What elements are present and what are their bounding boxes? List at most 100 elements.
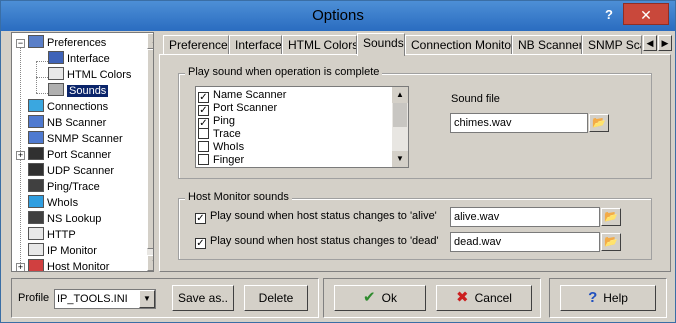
expand-host-monitor-icon[interactable]: + bbox=[16, 263, 25, 271]
tree-item-udp-scanner[interactable]: UDP Scanner bbox=[28, 163, 114, 179]
sound-file-label: Sound file bbox=[451, 93, 500, 105]
tab-scroll-right-icon[interactable]: ▶ bbox=[658, 35, 672, 51]
http-icon bbox=[28, 227, 44, 240]
dead-file-field[interactable]: dead.wav bbox=[450, 232, 600, 252]
tab-interface[interactable]: Interface bbox=[229, 35, 282, 55]
tree-item-interface[interactable]: Interface bbox=[48, 51, 110, 67]
tab-nb-scanner[interactable]: NB Scanner bbox=[512, 35, 582, 55]
expand-port-scanner-icon[interactable]: + bbox=[16, 151, 25, 160]
help-label: Help bbox=[603, 291, 628, 305]
tree-item-label: HTTP bbox=[47, 229, 76, 241]
sound-file-browse-button[interactable]: 📂 bbox=[589, 114, 609, 132]
host-monitor-sounds-legend: Host Monitor sounds bbox=[185, 191, 292, 203]
ok-button[interactable]: ✔ Ok bbox=[334, 285, 426, 311]
window-title: Options bbox=[312, 7, 364, 24]
scroll-thumb[interactable] bbox=[393, 103, 407, 127]
alive-file-field[interactable]: alive.wav bbox=[450, 207, 600, 227]
tree-item-port-scanner[interactable]: Port Scanner bbox=[28, 147, 111, 163]
tree-item-label: Connections bbox=[47, 101, 109, 113]
tree-item-connections[interactable]: Connections bbox=[28, 99, 108, 115]
folder-open-icon: 📂 bbox=[604, 211, 618, 223]
operation-list-scrollbar[interactable]: ▲ ▼ bbox=[392, 87, 408, 167]
list-item-finger[interactable]: Finger bbox=[198, 154, 244, 167]
tab-strip: Preferences Interface HTML Colors Sounds… bbox=[159, 33, 675, 56]
tree-item-sounds[interactable]: Sounds bbox=[48, 83, 109, 99]
list-item-label: Finger bbox=[213, 154, 245, 166]
sounds-icon bbox=[48, 83, 64, 96]
tab-snmp-scanner[interactable]: SNMP Sca bbox=[582, 35, 642, 55]
cancel-button[interactable]: ✖ Cancel bbox=[436, 285, 532, 311]
delete-button[interactable]: Delete bbox=[244, 285, 308, 311]
tree-item-label: SNMP Scanner bbox=[47, 133, 123, 145]
list-item-whois[interactable]: WhoIs bbox=[198, 141, 244, 154]
close-button[interactable]: ✕ bbox=[623, 3, 669, 25]
whois-checkbox[interactable] bbox=[198, 141, 209, 152]
tree-item-preferences[interactable]: Preferences bbox=[28, 35, 106, 51]
dead-file-browse-button[interactable]: 📂 bbox=[601, 233, 621, 251]
tree-item-whois[interactable]: WhoIs bbox=[28, 195, 78, 211]
scroll-thumb[interactable] bbox=[147, 49, 153, 249]
help-panel: ? Help bbox=[549, 278, 667, 318]
alive-checkbox[interactable]: ✓ bbox=[195, 213, 206, 224]
tree-item-ip-monitor[interactable]: IP Monitor bbox=[28, 243, 97, 259]
title-bar[interactable]: Options ? ✕ bbox=[1, 1, 675, 31]
collapse-preferences-icon[interactable]: − bbox=[16, 39, 25, 48]
scroll-down-icon[interactable]: ▼ bbox=[392, 151, 408, 167]
options-tree[interactable]: − Preferences Interface HTML Colors Soun… bbox=[11, 32, 154, 272]
tree-item-label: Preferences bbox=[47, 37, 107, 49]
nb-scanner-icon bbox=[28, 115, 44, 128]
sound-file-field[interactable]: chimes.wav bbox=[450, 113, 588, 133]
operation-list[interactable]: ✓ Name Scanner ✓ Port Scanner ✓ Ping Trace … bbox=[195, 86, 409, 168]
tab-sounds[interactable]: Sounds bbox=[357, 33, 405, 56]
dead-label: Play sound when host status changes to '… bbox=[210, 235, 439, 247]
tree-item-label: NS Lookup bbox=[47, 213, 102, 225]
help-button[interactable]: ? Help bbox=[560, 285, 656, 311]
save-as-button[interactable]: Save as.. bbox=[172, 285, 234, 311]
scroll-up-icon[interactable]: ▲ bbox=[392, 87, 408, 103]
tree-item-ping-trace[interactable]: Ping/Trace bbox=[28, 179, 100, 195]
tab-preferences[interactable]: Preferences bbox=[163, 35, 229, 55]
folder-open-icon: 📂 bbox=[592, 117, 606, 129]
ok-label: Ok bbox=[381, 291, 397, 305]
options-window: Options ? ✕ − Preferences Interface HTML… bbox=[0, 0, 676, 323]
tree-item-nb-scanner[interactable]: NB Scanner bbox=[28, 115, 106, 131]
tree-item-label: HTML Colors bbox=[67, 69, 132, 81]
snmp-scanner-icon bbox=[28, 131, 44, 144]
tab-scroll-left-icon[interactable]: ◀ bbox=[643, 35, 657, 51]
tree-item-label: Ping/Trace bbox=[47, 181, 100, 193]
title-help-button[interactable]: ? bbox=[599, 5, 619, 25]
tree-line bbox=[36, 77, 48, 78]
profile-select[interactable]: IP_TOOLS.INI ▼ bbox=[54, 289, 156, 309]
list-item-label: Port Scanner bbox=[213, 102, 278, 114]
checkmark-icon: ✔ bbox=[363, 289, 376, 306]
tree-item-html-colors[interactable]: HTML Colors bbox=[48, 67, 131, 83]
tab-connection-monitor[interactable]: Connection Monitor bbox=[405, 35, 512, 55]
tree-item-http[interactable]: HTTP bbox=[28, 227, 76, 243]
scroll-down-icon[interactable]: ▼ bbox=[147, 255, 153, 271]
udp-scanner-icon bbox=[28, 163, 44, 176]
connections-icon bbox=[28, 99, 44, 112]
trace-checkbox[interactable] bbox=[198, 128, 209, 139]
finger-checkbox[interactable] bbox=[198, 154, 209, 165]
chevron-down-icon[interactable]: ▼ bbox=[139, 290, 155, 308]
list-item-port-scanner[interactable]: ✓ Port Scanner bbox=[198, 102, 278, 116]
list-item-trace[interactable]: Trace bbox=[198, 128, 241, 141]
tree-item-snmp-scanner[interactable]: SNMP Scanner bbox=[28, 131, 123, 147]
list-item-name-scanner[interactable]: ✓ Name Scanner bbox=[198, 89, 286, 103]
tree-scrollbar[interactable]: ▲ ▼ bbox=[147, 33, 153, 271]
tree-item-label: Sounds bbox=[67, 85, 109, 97]
dead-sound-row[interactable]: ✓ Play sound when host status changes to … bbox=[195, 235, 439, 249]
tree-item-host-monitor[interactable]: Host Monitor bbox=[28, 259, 109, 271]
profile-panel: Profile IP_TOOLS.INI ▼ Save as.. Delete bbox=[11, 278, 319, 318]
dead-checkbox[interactable]: ✓ bbox=[195, 238, 206, 249]
tab-html-colors[interactable]: HTML Colors bbox=[282, 35, 357, 55]
list-item-label: WhoIs bbox=[213, 141, 245, 153]
profile-label: Profile bbox=[18, 292, 50, 304]
whois-icon bbox=[28, 195, 44, 208]
alive-sound-row[interactable]: ✓ Play sound when host status changes to … bbox=[195, 210, 437, 224]
profile-value: IP_TOOLS.INI bbox=[57, 293, 128, 305]
tree-item-ns-lookup[interactable]: NS Lookup bbox=[28, 211, 101, 227]
scroll-up-icon[interactable]: ▲ bbox=[147, 33, 153, 49]
alive-file-browse-button[interactable]: 📂 bbox=[601, 208, 621, 226]
list-item-ping[interactable]: ✓ Ping bbox=[198, 115, 235, 129]
